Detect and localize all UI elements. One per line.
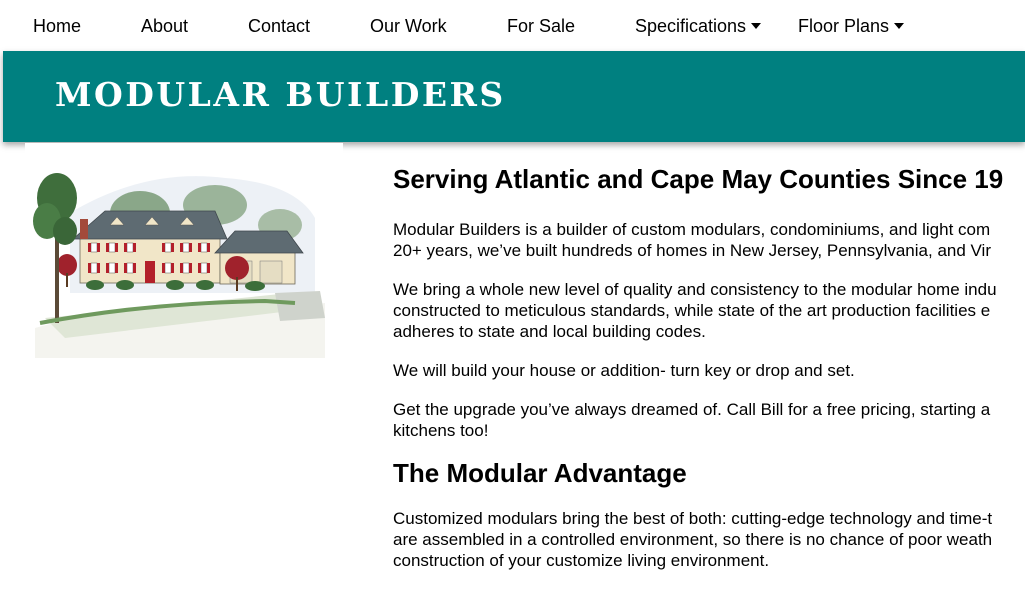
text-line: construction of your customize living en… [393, 551, 770, 570]
text-line: kitchens too! [393, 421, 489, 440]
caret-down-icon [894, 23, 905, 29]
text-line: constructed to meticulous standards, whi… [393, 301, 991, 320]
text-line: Customized modulars bring the best of bo… [393, 509, 993, 528]
nav-floor-plans-label: Floor Plans [798, 16, 890, 36]
text-line: adheres to state and local building code… [393, 322, 706, 341]
advantage-paragraph: Customized modulars bring the best of bo… [393, 508, 1025, 571]
site-banner: MODULAR BUILDERS [3, 51, 1025, 142]
main-content: Serving Atlantic and Cape May Counties S… [393, 162, 1025, 602]
nav-our-work[interactable]: Our Work [370, 16, 447, 36]
section-heading: The Modular Advantage [393, 458, 687, 488]
top-nav: Home About Contact Our Work For Sale Spe… [0, 0, 1025, 51]
text-line: We bring a whole new level of quality an… [393, 280, 997, 299]
nav-about[interactable]: About [141, 16, 188, 36]
site-title[interactable]: MODULAR BUILDERS [55, 77, 506, 113]
nav-specifications-label: Specifications [635, 16, 747, 36]
page-heading: Serving Atlantic and Cape May Counties S… [393, 164, 1004, 194]
text-line: 20+ years, we’ve built hundreds of homes… [393, 241, 991, 260]
nav-floor-plans[interactable]: Floor Plans [798, 16, 905, 36]
quality-paragraph: We bring a whole new level of quality an… [393, 279, 1025, 342]
intro-paragraph: Modular Builders is a builder of custom … [393, 219, 1025, 261]
build-paragraph: We will build your house or addition- tu… [393, 361, 855, 380]
nav-home[interactable]: Home [33, 16, 81, 36]
nav-for-sale[interactable]: For Sale [507, 16, 575, 36]
nav-contact[interactable]: Contact [248, 16, 310, 36]
text-line: Get the upgrade you’ve always dreamed of… [393, 400, 991, 419]
text-line: are assembled in a controlled environmen… [393, 530, 993, 549]
caret-down-icon [751, 23, 762, 29]
house-illustration [25, 143, 343, 358]
nav-specifications[interactable]: Specifications [635, 16, 762, 36]
upgrade-paragraph: Get the upgrade you’ve always dreamed of… [393, 399, 1025, 441]
text-line: Modular Builders is a builder of custom … [393, 220, 991, 239]
